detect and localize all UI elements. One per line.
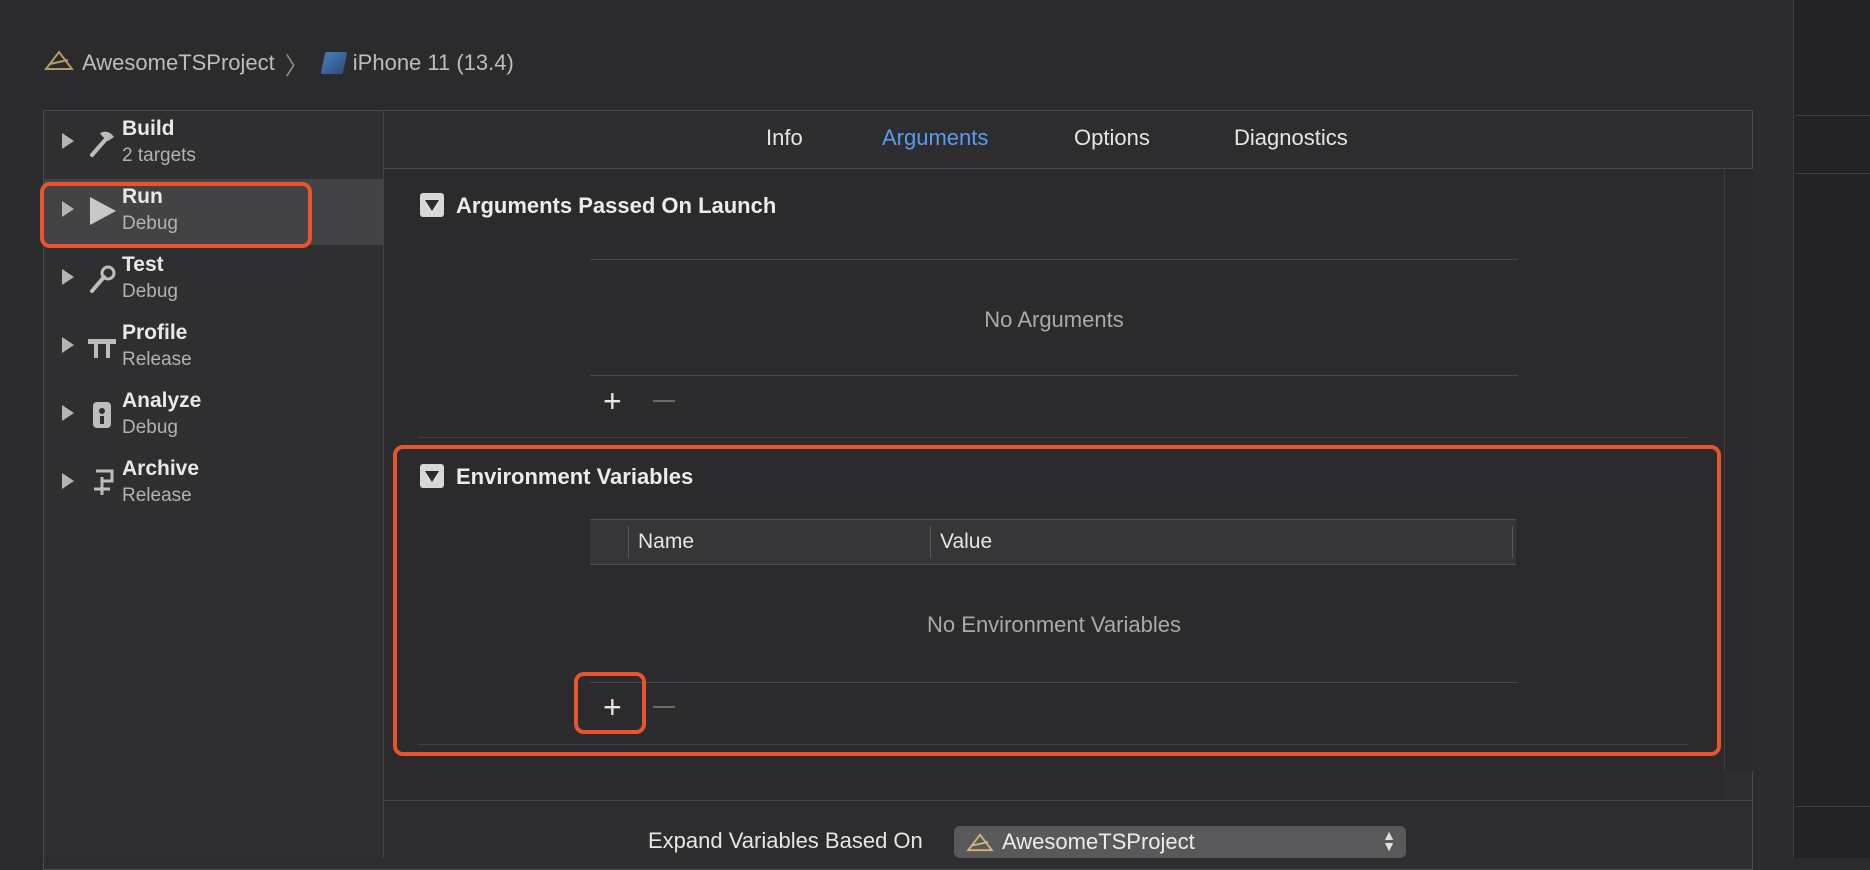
sidebar-item-subtitle: Release bbox=[122, 485, 192, 506]
archive-icon bbox=[84, 465, 120, 501]
sidebar-item-build[interactable]: Build 2 targets bbox=[44, 111, 383, 177]
sidebar-item-title: Profile bbox=[122, 321, 188, 344]
add-argument-button[interactable]: + bbox=[603, 385, 622, 417]
column-divider bbox=[930, 526, 931, 558]
sidebar-item-subtitle: 2 targets bbox=[122, 145, 196, 166]
disclosure-triangle-icon[interactable] bbox=[62, 269, 74, 285]
divider bbox=[1795, 806, 1870, 807]
project-icon bbox=[966, 832, 994, 852]
add-environment-variable-button[interactable]: + bbox=[603, 691, 622, 723]
sidebar-item-subtitle: Debug bbox=[122, 213, 178, 234]
hammer-icon bbox=[84, 125, 120, 161]
sidebar-item-subtitle: Debug bbox=[122, 417, 178, 438]
column-header-name[interactable]: Name bbox=[638, 530, 694, 554]
tab-info[interactable]: Info bbox=[766, 125, 803, 151]
disclosure-triangle-icon[interactable] bbox=[62, 337, 74, 353]
empty-environment-message: No Environment Variables bbox=[927, 612, 1181, 637]
breadcrumb-device[interactable]: iPhone 11 (13.4) bbox=[353, 50, 514, 76]
play-icon bbox=[84, 193, 120, 229]
collapse-triangle-icon[interactable] bbox=[420, 464, 444, 488]
breadcrumb: AwesomeTSProject 〉 iPhone 11 (13.4) bbox=[43, 46, 514, 80]
column-divider bbox=[628, 526, 629, 558]
empty-arguments-message: No Arguments bbox=[984, 307, 1124, 332]
sidebar-item-profile[interactable]: Profile Release bbox=[44, 315, 383, 381]
disclosure-triangle-icon[interactable] bbox=[62, 473, 74, 489]
tab-options[interactable]: Options bbox=[1074, 125, 1150, 151]
background-window-strip bbox=[1793, 0, 1870, 858]
disclosure-triangle-icon[interactable] bbox=[62, 405, 74, 421]
up-down-chevron-icon: ▲ ▼ bbox=[1382, 827, 1396, 854]
column-header-value[interactable]: Value bbox=[940, 530, 992, 554]
sidebar-item-run[interactable]: Run Debug bbox=[44, 179, 383, 245]
divider bbox=[1795, 115, 1870, 116]
caliper-icon bbox=[84, 329, 120, 365]
sidebar-item-title: Test bbox=[122, 253, 164, 276]
tab-arguments[interactable]: Arguments bbox=[882, 125, 988, 151]
tab-bar: Info Arguments Options Diagnostics bbox=[384, 111, 1752, 169]
disclosure-triangle-icon[interactable] bbox=[62, 201, 74, 217]
expand-variables-value: AwesomeTSProject bbox=[1002, 829, 1195, 854]
disclosure-triangle-icon[interactable] bbox=[62, 133, 74, 149]
environment-table-header: Name Value bbox=[590, 519, 1516, 565]
expand-variables-select[interactable]: AwesomeTSProject ▲ ▼ bbox=[954, 826, 1406, 858]
sidebar-item-subtitle: Debug bbox=[122, 281, 178, 302]
sidebar-item-archive[interactable]: Archive Release bbox=[44, 451, 383, 517]
scrollbar[interactable] bbox=[1724, 169, 1753, 771]
collapse-triangle-icon[interactable] bbox=[420, 193, 444, 217]
remove-environment-variable-button[interactable] bbox=[653, 706, 675, 708]
sidebar-item-title: Archive bbox=[122, 457, 200, 480]
divider bbox=[418, 437, 1688, 438]
sidebar-item-title: Build bbox=[122, 117, 175, 140]
wrench-icon bbox=[84, 261, 120, 297]
breadcrumb-project[interactable]: AwesomeTSProject bbox=[82, 50, 275, 76]
chevron-right-icon: 〉 bbox=[284, 52, 309, 80]
scheme-actions-sidebar: Build 2 targets Run Debug Test Debug Pro… bbox=[44, 111, 384, 858]
project-icon bbox=[43, 49, 75, 77]
section-title-environment: Environment Variables bbox=[456, 464, 694, 489]
tab-diagnostics[interactable]: Diagnostics bbox=[1234, 125, 1348, 151]
sidebar-item-title: Analyze bbox=[122, 389, 202, 412]
divider bbox=[590, 375, 1518, 376]
divider bbox=[590, 682, 1518, 683]
remove-argument-button[interactable] bbox=[653, 400, 675, 402]
sidebar-item-analyze[interactable]: Analyze Debug bbox=[44, 383, 383, 449]
device-icon bbox=[320, 52, 348, 74]
sidebar-item-test[interactable]: Test Debug bbox=[44, 247, 383, 313]
sidebar-item-subtitle: Release bbox=[122, 349, 192, 370]
divider bbox=[1795, 173, 1870, 174]
column-divider bbox=[1512, 526, 1513, 558]
divider bbox=[590, 259, 1518, 260]
divider bbox=[418, 744, 1688, 745]
sidebar-item-title: Run bbox=[122, 185, 163, 208]
section-title-arguments: Arguments Passed On Launch bbox=[456, 193, 777, 218]
expand-variables-label: Expand Variables Based On bbox=[648, 828, 923, 853]
analyze-icon bbox=[84, 397, 120, 433]
